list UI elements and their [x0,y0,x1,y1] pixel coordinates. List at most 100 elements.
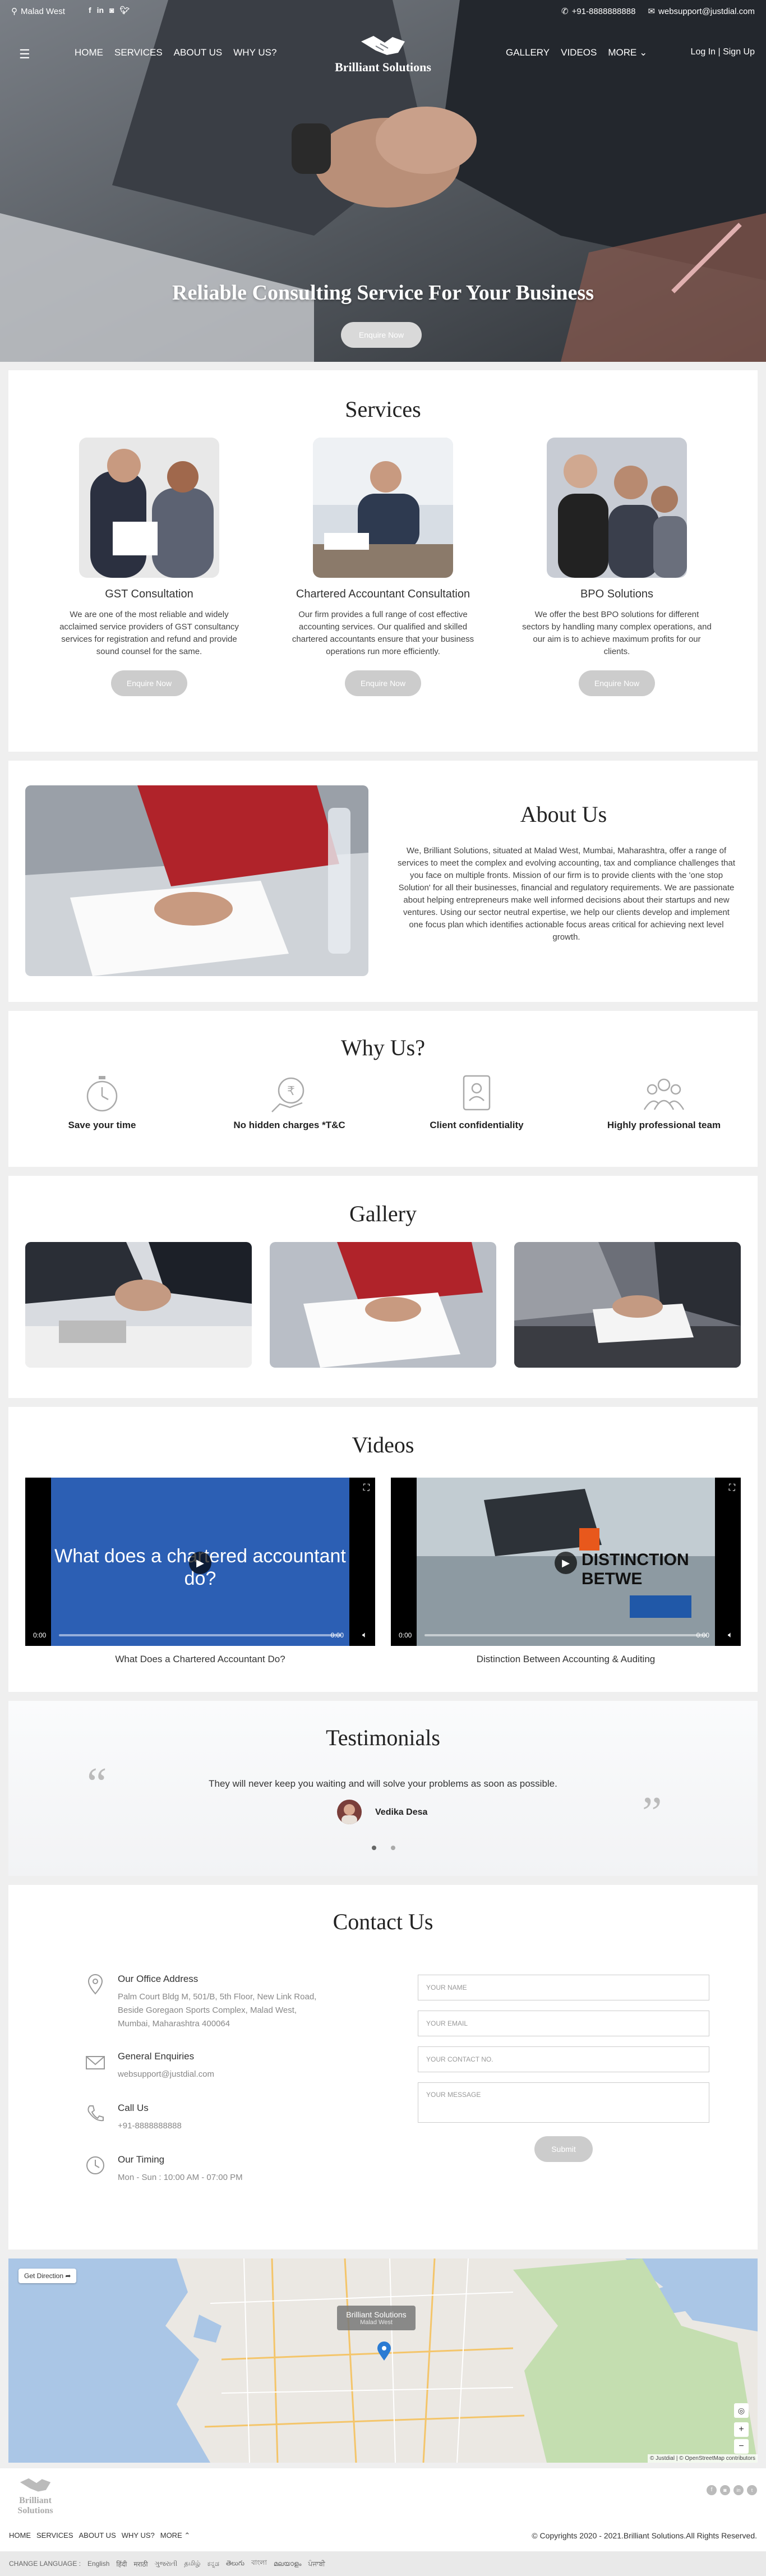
quote-close-icon: ” [642,1788,662,1838]
nav-services[interactable]: SERVICES [114,47,163,58]
nav-videos[interactable]: VIDEOS [561,47,597,58]
nav-about-us[interactable]: ABOUT US [174,47,223,58]
top-bar: ⚲ Malad West f in ◙ 🐦︎ ✆ +91-8888888888 ✉ w… [0,0,766,22]
location-pin-icon: ⚲ [11,7,17,16]
video-time-end: 0:00 [696,1631,709,1639]
footer-link-why[interactable]: WHY US? [122,2531,155,2540]
gallery-image[interactable] [25,1242,252,1368]
language-option[interactable]: मराठी [133,2559,147,2569]
nav-more-label: MORE [608,47,637,58]
marker-name: Brilliant Solutions [346,2310,407,2319]
office-title: Our Office Address [118,1974,199,1984]
play-icon[interactable]: ▶ [555,1552,577,1574]
footer-link-more[interactable]: MORE ⌃ [160,2531,191,2540]
get-direction-button[interactable]: Get Direction ➦ [19,2269,77,2283]
gallery-section: Gallery [8,1176,758,1398]
language-bar: CHANGE LANGUAGE : English हिंदी मराठी ગુ… [0,2551,766,2576]
why-us-label: Highly professional team [607,1120,721,1130]
video-caption: Distinction Between Accounting & Auditin… [476,1654,656,1664]
instagram-icon[interactable]: ◙ [109,6,114,15]
gallery-image[interactable] [270,1242,496,1368]
twitter-icon[interactable]: t [747,2485,757,2495]
gallery-title: Gallery [349,1201,417,1226]
service-card: BPO Solutions We offer the best BPO solu… [510,438,724,696]
footer-link-about[interactable]: ABOUT US [79,2531,116,2540]
service-text: We offer the best BPO solutions for diff… [522,610,712,656]
email-field[interactable] [418,2011,709,2036]
language-option[interactable]: ਪੰਜਾਬੀ [308,2560,325,2568]
locate-icon[interactable]: ◎ [734,2403,749,2418]
volume-icon[interactable]: 🔈︎ [362,1630,367,1640]
language-option[interactable]: മലയാളം [274,2560,302,2568]
video-progress-bar[interactable] [424,1634,707,1636]
brand-logo[interactable]: Brilliant Solutions [332,34,434,75]
call-number[interactable]: +91-8888888888 [118,2119,320,2133]
contact-section: Contact Us Our Office Address Palm Court… [8,1885,758,2250]
why-us-label: Save your time [68,1120,136,1130]
social-links: f in ◙ 🐦︎ [89,6,130,15]
language-option[interactable]: English [87,2560,109,2568]
nav-gallery[interactable]: GALLERY [506,47,550,58]
language-option[interactable]: বাংলা [251,2558,267,2569]
footer-link-home[interactable]: HOME [9,2531,31,2540]
stopwatch-icon [86,1076,118,1112]
top-email[interactable]: ✉ websupport@justdial.com [648,6,755,17]
fullscreen-icon[interactable]: ⛶ [729,1483,735,1493]
language-option[interactable]: हिंदी [116,2559,127,2569]
avatar [337,1800,362,1824]
fullscreen-icon[interactable]: ⛶ [363,1483,370,1493]
map-section[interactable]: Get Direction ➦ Brilliant Solutions Mala… [8,2258,758,2463]
language-option[interactable]: తెలుగు [226,2559,244,2569]
handshake-logo-icon [20,2478,51,2492]
carousel-dot[interactable] [372,1846,376,1850]
videos-title: Videos [352,1432,414,1457]
enquiries-email[interactable]: websupport@justdial.com [118,2068,320,2081]
message-field[interactable] [418,2082,709,2123]
service-enquire-button[interactable]: Enquire Now [579,670,655,696]
map-marker-icon[interactable] [377,2342,391,2361]
service-text: We are one of the most reliable and wide… [59,610,239,656]
video-player[interactable]: DISTINCTION BETWE ▶ ⛶ 0:00 0:00 🔈︎ [391,1478,741,1646]
linkedin-icon[interactable]: in [97,6,104,15]
twitter-icon[interactable]: 🐦︎ [120,6,130,15]
videos-section: Videos What does a chartered accountant … [8,1407,758,1692]
language-option[interactable]: ಕನ್ನಡ [207,2560,219,2568]
hamburger-menu-icon[interactable]: ☰ [19,47,30,62]
nav-home[interactable]: HOME [75,47,103,58]
footer-link-services[interactable]: SERVICES [36,2531,73,2540]
email-text: websupport@justdial.com [658,6,755,16]
contact-number-field[interactable] [418,2046,709,2072]
linkedin-icon[interactable]: in [733,2485,744,2495]
gallery-image[interactable] [514,1242,741,1368]
login-signup-link[interactable]: Log In | Sign Up [691,47,755,57]
chartered-accountant-photo [313,438,453,578]
zoom-out-button[interactable]: − [734,2439,749,2454]
service-enquire-button[interactable]: Enquire Now [345,670,421,696]
brand-name: Brilliant Solutions [335,60,431,74]
map-canvas[interactable] [8,2258,758,2463]
play-icon[interactable]: ▶ [189,1552,211,1574]
nav-more[interactable]: MORE ⌄ [608,47,647,58]
submit-button[interactable]: Submit [534,2136,593,2162]
language-option[interactable]: ગુજરાતી [155,2560,178,2568]
why-us-title: Why Us? [341,1035,425,1060]
facebook-icon[interactable]: f [707,2485,717,2495]
footer-logo[interactable]: Brilliant Solutions [4,2476,66,2516]
instagram-icon[interactable]: ◙ [720,2485,730,2495]
language-option[interactable]: தமிழ் [184,2559,200,2568]
direction-arrow-icon: ➦ [65,2272,71,2280]
volume-icon[interactable]: 🔈︎ [728,1630,733,1640]
hero-enquire-button[interactable]: Enquire Now [341,322,422,348]
top-phone[interactable]: ✆ +91-8888888888 [561,6,635,17]
video-player[interactable]: What does a chartered accountant do? ▶ ⛶… [25,1478,375,1646]
video-controls: 0:00 0:00 🔈︎ [391,1625,741,1646]
top-contact: ✆ +91-8888888888 ✉ websupport@justdial.com [561,6,755,17]
service-enquire-button[interactable]: Enquire Now [111,670,187,696]
name-field[interactable] [418,1975,709,2000]
carousel-dot[interactable] [391,1846,395,1850]
video-progress-bar[interactable] [59,1634,342,1636]
about-text: We, Brilliant Solutions, situated at Mal… [397,846,735,942]
zoom-in-button[interactable]: + [734,2422,749,2437]
nav-why-us[interactable]: WHY US? [233,47,276,58]
facebook-icon[interactable]: f [89,6,91,15]
